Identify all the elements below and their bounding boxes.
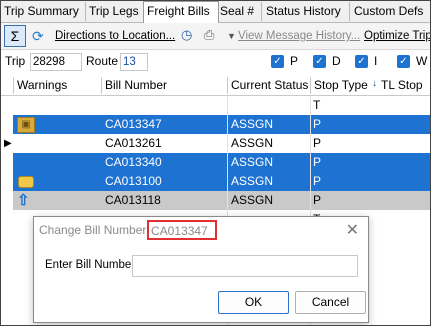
status-cell: ASSGN: [231, 193, 274, 207]
row-header: [1, 191, 13, 210]
table-row[interactable]: ⇧ CA013118 ASSGN P: [1, 191, 430, 210]
row-header: [1, 172, 13, 191]
table-row[interactable]: ▶ CA013261 ASSGN P: [1, 134, 430, 153]
tab-trip-legs[interactable]: Trip Legs: [86, 2, 145, 21]
checkbox-d-label: D: [332, 54, 341, 68]
bill-number-cell: CA013261: [105, 136, 162, 150]
table-row[interactable]: ▣ CA013347 ASSGN P: [1, 115, 430, 134]
table-row[interactable]: CA013340 ASSGN P: [1, 153, 430, 172]
row-header: [1, 115, 13, 134]
dialog-bill-number: CA013347: [151, 224, 208, 238]
row-pointer-icon: ▶: [4, 138, 12, 149]
stop-type-cell: T: [313, 98, 321, 112]
trip-field[interactable]: 28298: [30, 53, 82, 71]
column-warnings[interactable]: Warnings: [13, 77, 100, 94]
bill-number-cell: CA013118: [105, 193, 161, 207]
tab-bar: Trip Summary Trip Legs Freight Bills Sea…: [1, 1, 430, 23]
table-row[interactable]: T: [1, 96, 430, 115]
status-cell: ASSGN: [231, 155, 274, 169]
chevron-down-icon[interactable]: ▼: [227, 27, 236, 45]
close-icon[interactable]: ✕: [346, 220, 359, 240]
stop-type-cell: P: [313, 174, 322, 188]
app-window: Trip Summary Trip Legs Freight Bills Sea…: [0, 0, 431, 326]
printer-icon[interactable]: ⎙: [204, 26, 214, 44]
grid-header: Warnings Bill Number Current Status Stop…: [1, 76, 430, 96]
bill-number-cell: CA013100: [105, 174, 162, 188]
column-bill-number[interactable]: Bill Number: [101, 77, 227, 94]
bill-number-cell: CA013347: [105, 117, 162, 131]
enter-bill-number-label: Enter Bill Number: [45, 259, 136, 271]
trip-label: Trip: [5, 54, 26, 68]
stop-type-cell: P: [313, 193, 322, 207]
route-field[interactable]: 13: [120, 53, 148, 71]
refresh-icon[interactable]: ⟳: [32, 27, 44, 45]
column-current-status[interactable]: Current Status: [227, 77, 311, 94]
status-cell: ASSGN: [231, 136, 274, 150]
stop-type-cell: P: [313, 136, 322, 150]
change-bill-number-dialog: Change Bill Number: CA013347 ✕ Enter Bil…: [33, 216, 369, 323]
tab-trip-summary[interactable]: Trip Summary: [1, 2, 86, 21]
sigma-icon[interactable]: Σ: [4, 25, 26, 47]
optimize-trip-button[interactable]: Optimize Trip...: [364, 27, 430, 45]
view-message-history-button[interactable]: View Message History...: [238, 27, 360, 45]
checkbox-p-label: P: [290, 54, 299, 68]
route-label: Route: [86, 54, 119, 68]
checkbox-i[interactable]: ✓: [355, 55, 368, 68]
checkbox-i-label: I: [374, 54, 378, 68]
directions-button[interactable]: Directions to Location...: [55, 27, 175, 45]
checkbox-w-label: W: [416, 54, 428, 68]
toolbar: Σ ⟳ Directions to Location... ◷ ⎙ ▼ View…: [1, 23, 430, 50]
cancel-button[interactable]: Cancel: [295, 291, 366, 314]
dialog-title: Change Bill Number:: [39, 223, 150, 237]
tab-seal[interactable]: Seal #: [217, 2, 262, 21]
status-cell: ASSGN: [231, 174, 274, 188]
filter-bar: Trip 28298 Route 13 ✓ P ✓ D ✓ I ✓ W: [1, 51, 430, 73]
upload-icon: ⇧: [17, 192, 30, 209]
checkbox-d[interactable]: ✓: [313, 55, 326, 68]
bill-number-input[interactable]: [132, 255, 358, 277]
stop-type-cell: P: [313, 155, 322, 169]
column-stop-type[interactable]: Stop Type: [310, 77, 370, 94]
tab-status-history[interactable]: Status History: [263, 2, 350, 21]
tab-custom-defs[interactable]: Custom Defs: [351, 2, 429, 21]
column-tl-stop[interactable]: TL Stop: [378, 77, 430, 94]
package-icon: ▣: [17, 117, 35, 133]
message-icon: [18, 176, 34, 188]
status-cell: ASSGN: [231, 117, 274, 131]
checkbox-w[interactable]: ✓: [397, 55, 410, 68]
bill-number-highlight: CA013347: [147, 220, 217, 240]
bill-number-cell: CA013340: [105, 155, 162, 169]
sort-arrow-icon: ↓: [372, 78, 377, 89]
row-header: [1, 153, 13, 172]
ok-button[interactable]: OK: [218, 291, 289, 314]
tab-freight-bills[interactable]: Freight Bills: [143, 1, 219, 23]
stop-type-cell: P: [313, 117, 322, 131]
checkbox-p[interactable]: ✓: [271, 55, 284, 68]
table-row[interactable]: CA013100 ASSGN P: [1, 172, 430, 191]
clock-icon[interactable]: ◷: [181, 26, 192, 44]
